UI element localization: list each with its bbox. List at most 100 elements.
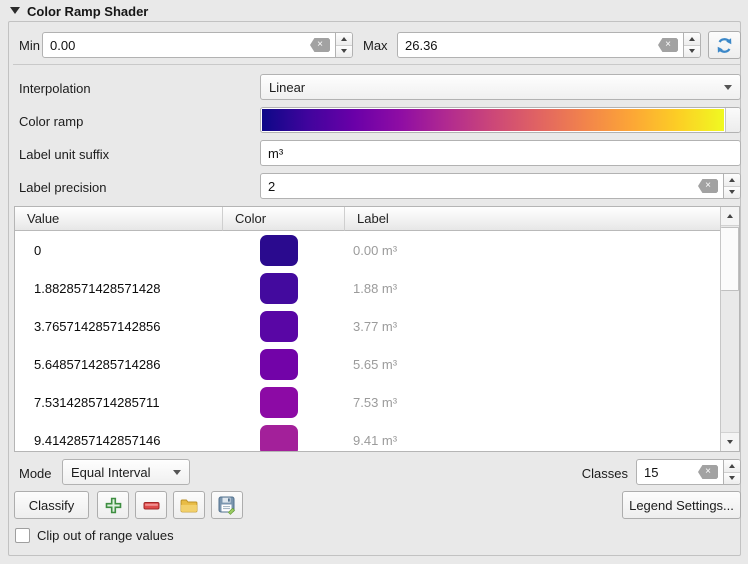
precision-spin-up-button[interactable] (724, 174, 740, 187)
row-value[interactable]: 9.4142857142857146 (15, 433, 223, 448)
row-label[interactable]: 3.77 m³ (345, 319, 720, 334)
column-header-label[interactable]: Label (345, 207, 739, 231)
table-scrollbar[interactable] (720, 207, 739, 451)
classes-label: Classes (560, 466, 628, 481)
mode-combobox[interactable]: Equal Interval (62, 459, 190, 485)
clear-icon[interactable]: × (698, 465, 718, 479)
row-color-swatch[interactable] (260, 311, 298, 342)
label-unit-suffix-label: Label unit suffix (19, 147, 109, 162)
spin-down-icon (689, 49, 695, 53)
color-ramp-gradient[interactable] (262, 109, 724, 131)
clear-icon[interactable]: × (310, 38, 330, 52)
row-value[interactable]: 0 (15, 243, 223, 258)
color-ramp-button[interactable] (260, 107, 741, 133)
row-color-swatch[interactable] (260, 273, 298, 304)
scroll-down-icon (727, 440, 733, 444)
load-color-map-button[interactable] (173, 491, 205, 519)
classify-button-label: Classify (29, 498, 75, 513)
classes-value[interactable]: 15 (637, 465, 698, 480)
spin-up-icon (729, 464, 735, 468)
clip-out-of-range-checkbox[interactable] (15, 528, 30, 543)
max-spin-down-button[interactable] (684, 46, 700, 58)
legend-settings-button-label: Legend Settings... (629, 498, 734, 513)
classes-spin-up-button[interactable] (724, 460, 740, 473)
row-color-swatch[interactable] (260, 349, 298, 380)
color-ramp-dropdown[interactable] (725, 108, 740, 132)
spin-down-icon (341, 49, 347, 53)
label-precision-value[interactable]: 2 (261, 179, 698, 194)
folder-icon (180, 498, 198, 513)
save-color-map-button[interactable] (211, 491, 243, 519)
plus-icon (105, 497, 122, 514)
separator-line (13, 64, 740, 65)
precision-spin-down-button[interactable] (724, 187, 740, 199)
mode-label: Mode (19, 466, 52, 481)
label-precision-spinbox[interactable]: 2 × (260, 173, 741, 199)
row-color-cell[interactable] (223, 273, 345, 304)
add-value-button[interactable] (97, 491, 129, 519)
row-color-cell[interactable] (223, 387, 345, 418)
row-color-swatch[interactable] (260, 425, 298, 452)
scrollbar-thumb[interactable] (721, 227, 739, 291)
row-label[interactable]: 0.00 m³ (345, 243, 720, 258)
collapse-triangle-icon[interactable] (10, 7, 20, 14)
column-header-color[interactable]: Color (223, 207, 345, 231)
row-value[interactable]: 1.8828571428571428 (15, 281, 223, 296)
classes-spin-down-button[interactable] (724, 473, 740, 485)
remove-value-button[interactable] (135, 491, 167, 519)
row-value[interactable]: 5.6485714285714286 (15, 357, 223, 372)
scroll-down-button[interactable] (721, 432, 739, 451)
max-label: Max (363, 38, 388, 53)
row-color-cell[interactable] (223, 425, 345, 452)
clip-out-of-range-label[interactable]: Clip out of range values (37, 528, 174, 543)
chevron-down-icon (173, 470, 181, 475)
row-color-swatch[interactable] (260, 387, 298, 418)
table-row[interactable]: 1.8828571428571428 1.88 m³ (15, 269, 720, 307)
classify-button[interactable]: Classify (14, 491, 89, 519)
panel-title[interactable]: Color Ramp Shader (27, 4, 148, 19)
min-label: Min (19, 38, 40, 53)
refresh-minmax-button[interactable] (708, 31, 741, 59)
table-row[interactable]: 3.7657142857142856 3.77 m³ (15, 307, 720, 345)
max-value[interactable]: 26.36 (398, 38, 658, 53)
max-spinbox[interactable]: 26.36 × (397, 32, 701, 58)
classes-spinbox[interactable]: 15 × (636, 459, 741, 485)
min-spin-up-button[interactable] (336, 33, 352, 46)
label-precision-label: Label precision (19, 180, 106, 195)
table-row[interactable]: 9.4142857142857146 9.41 m³ (15, 421, 720, 451)
mode-value: Equal Interval (71, 465, 151, 480)
spin-up-icon (689, 37, 695, 41)
min-spinbox[interactable]: 0.00 × (42, 32, 353, 58)
spin-down-icon (729, 190, 735, 194)
chevron-down-icon (724, 85, 732, 90)
scroll-up-button[interactable] (721, 207, 739, 226)
row-color-swatch[interactable] (260, 235, 298, 266)
minus-icon (143, 497, 160, 514)
row-value[interactable]: 3.7657142857142856 (15, 319, 223, 334)
label-unit-suffix-value[interactable]: m³ (261, 146, 740, 161)
row-label[interactable]: 7.53 m³ (345, 395, 720, 410)
row-color-cell[interactable] (223, 311, 345, 342)
min-value[interactable]: 0.00 (43, 38, 310, 53)
interpolation-label: Interpolation (19, 81, 91, 96)
row-label[interactable]: 5.65 m³ (345, 357, 720, 372)
clear-icon[interactable]: × (698, 179, 718, 193)
max-spin-up-button[interactable] (684, 33, 700, 46)
row-value[interactable]: 7.5314285714285711 (15, 395, 223, 410)
table-row[interactable]: 5.6485714285714286 5.65 m³ (15, 345, 720, 383)
row-label[interactable]: 9.41 m³ (345, 433, 720, 448)
row-label[interactable]: 1.88 m³ (345, 281, 720, 296)
clear-icon[interactable]: × (658, 38, 678, 52)
color-ramp-shader-panel: Color Ramp Shader Min 0.00 × Max 26.36 × (0, 0, 748, 564)
scroll-up-icon (727, 214, 733, 218)
table-row[interactable]: 0 0.00 m³ (15, 231, 720, 269)
table-row[interactable]: 7.5314285714285711 7.53 m³ (15, 383, 720, 421)
row-color-cell[interactable] (223, 235, 345, 266)
classes-table: Value Color Label 0 0.00 m³ 1.8828571428… (14, 206, 740, 452)
row-color-cell[interactable] (223, 349, 345, 380)
column-header-value[interactable]: Value (15, 207, 223, 231)
legend-settings-button[interactable]: Legend Settings... (622, 491, 741, 519)
label-unit-suffix-input[interactable]: m³ (260, 140, 741, 166)
interpolation-combobox[interactable]: Linear (260, 74, 741, 100)
min-spin-down-button[interactable] (336, 46, 352, 58)
